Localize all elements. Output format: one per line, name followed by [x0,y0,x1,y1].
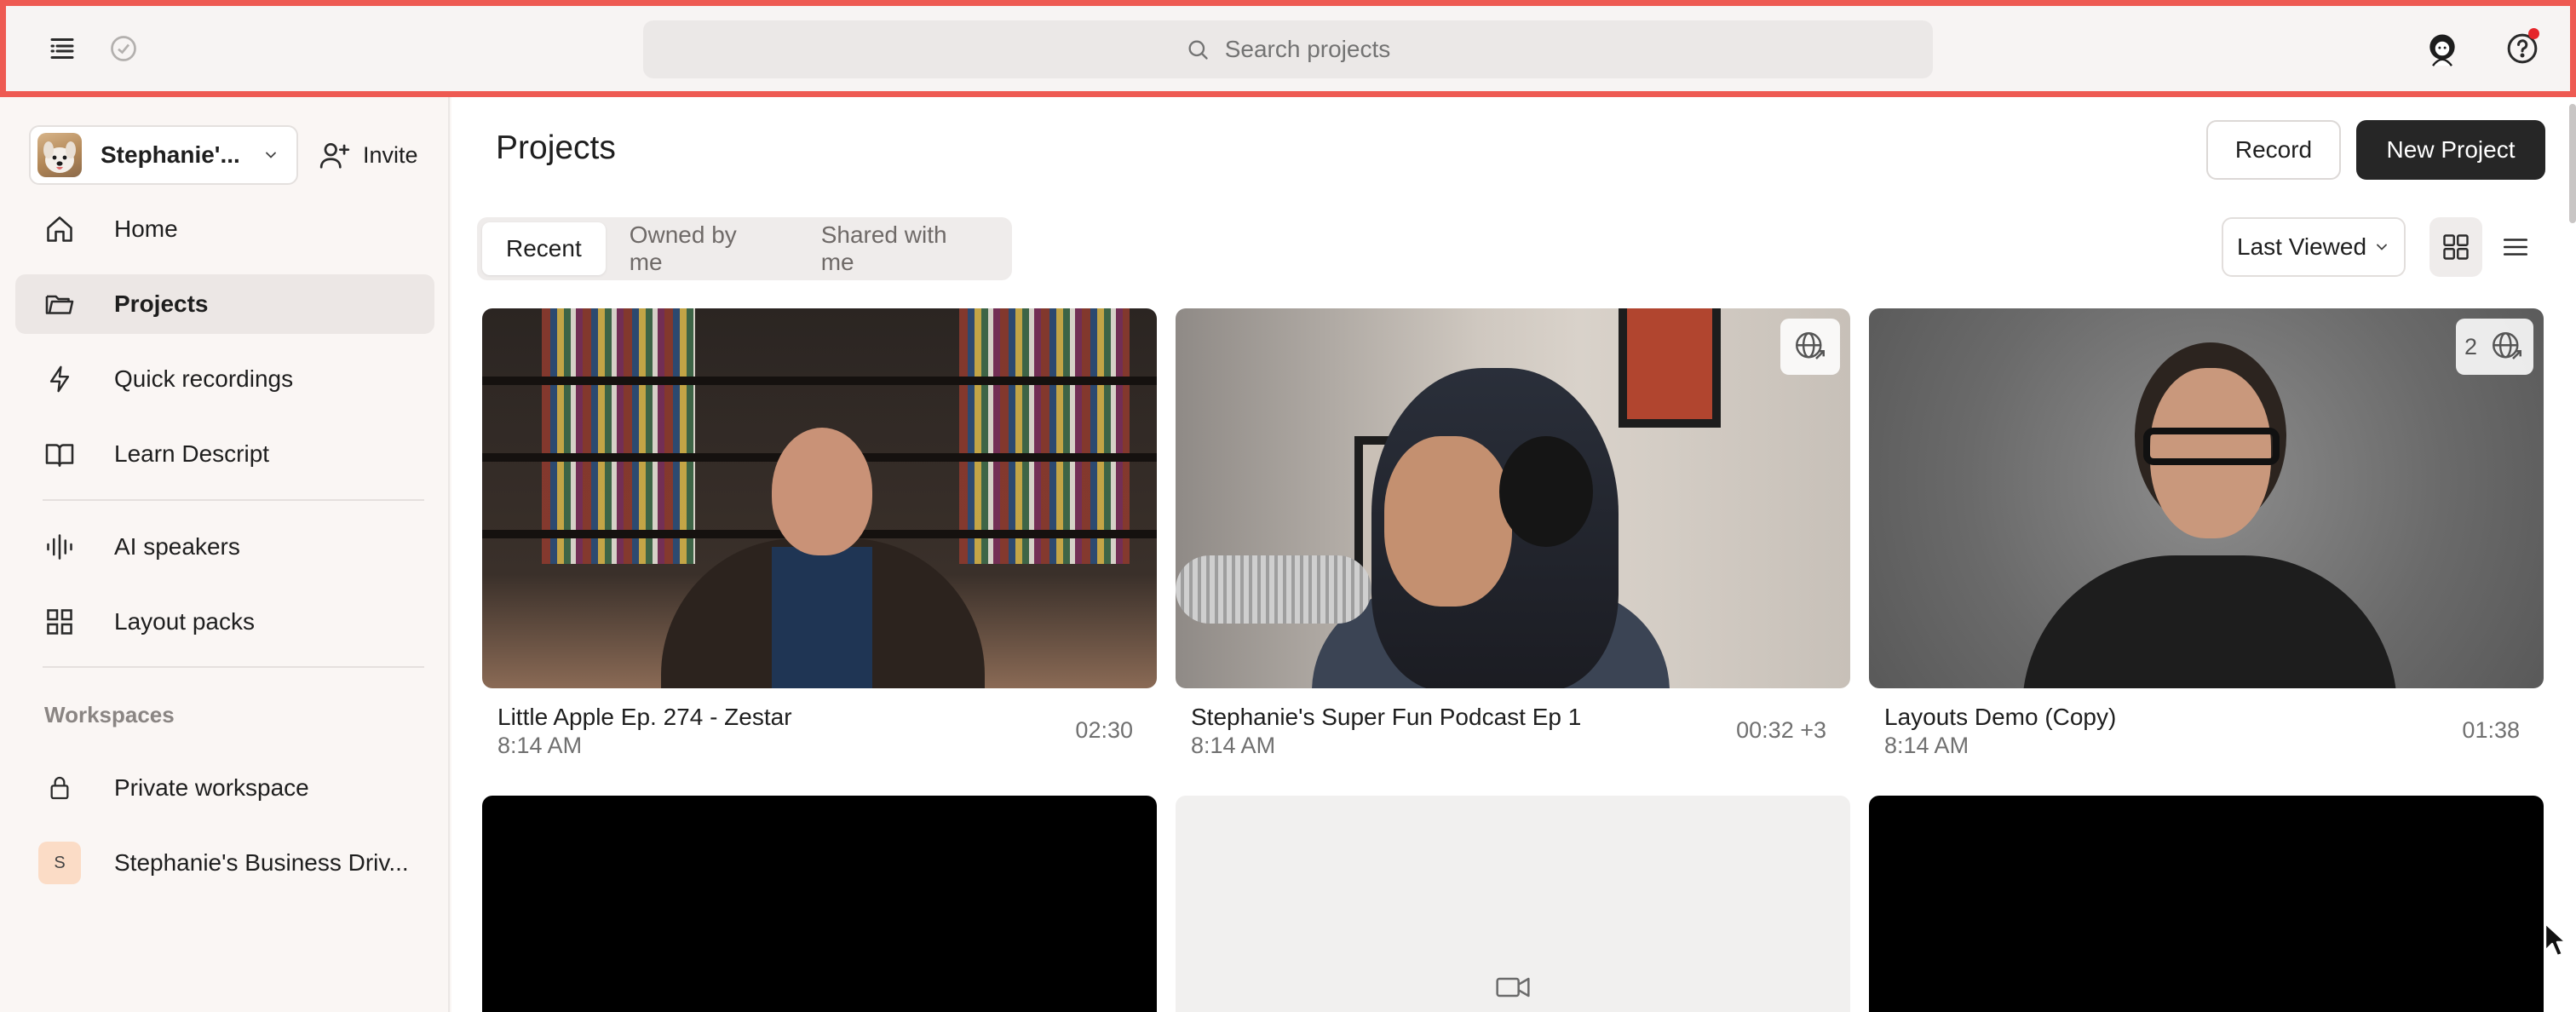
page-title: Projects [496,129,616,166]
book-icon [43,439,77,469]
invite-label: Invite [363,141,418,168]
lock-icon [43,773,77,803]
top-bar: Search projects [0,0,2576,97]
project-title: Stephanie's Super Fun Podcast Ep 1 [1191,704,1582,730]
project-time: 8:14 AM [1884,733,1969,758]
project-card[interactable]: Little Apple Ep. 274 - Zestar 8:14 AM 02… [482,308,1157,785]
help-icon[interactable] [2505,28,2539,66]
search-placeholder: Search projects [1224,36,1391,62]
sidebar-item-label: Quick recordings [114,365,294,392]
chevron-down-icon [2377,244,2387,250]
grid-view-button[interactable] [2429,217,2482,277]
project-duration: 02:30 [1075,717,1133,743]
sidebar: Stephanie'... Invite Home Projects Quick… [0,97,450,1012]
new-project-button[interactable]: New Project [2356,120,2545,180]
project-thumbnail [482,796,1157,1012]
project-time: 8:14 AM [1191,733,1276,758]
sidebar-item-learn-descript[interactable]: Learn Descript [15,424,434,484]
list-view-icon [2503,239,2528,256]
menu-icon[interactable] [47,33,78,64]
sort-label: Last Viewed [2237,233,2367,260]
project-card[interactable] [1869,796,2544,1012]
workspace-badge: S [38,842,81,884]
workspace-name: Stephanie'... [101,141,240,168]
scrollbar[interactable] [2569,104,2576,223]
project-card[interactable]: Stephanie's Super Fun Podcast Ep 1 8:14 … [1176,308,1850,785]
project-thumbnail [482,308,1157,688]
share-badge[interactable]: 2 [2455,319,2533,375]
project-time: 8:14 AM [497,733,583,758]
project-thumbnail [1869,796,2544,1012]
grid-view-icon [2443,234,2469,260]
tab-recent[interactable]: Recent [482,222,606,275]
project-duration: 01:38 [2462,717,2520,743]
tab-owned-by-me[interactable]: Owned by me [606,221,797,275]
project-title: Layouts Demo (Copy) [1884,704,2117,730]
folder-icon [43,289,77,319]
workspaces-heading: Workspaces [44,702,175,727]
project-duration: 00:32 +3 [1736,717,1826,743]
list-view-button[interactable] [2489,217,2542,277]
project-thumbnail [1176,796,1850,1012]
project-thumbnail: 2 [1869,308,2544,688]
invite-button[interactable]: Invite [319,125,418,185]
check-circle-icon[interactable] [108,33,139,64]
video-camera-icon [1496,977,1530,998]
main-panel: Projects Record New Project Recent Owned… [451,97,2576,1012]
sidebar-divider [43,666,424,668]
lightning-icon [43,364,77,394]
sidebar-item-quick-recordings[interactable]: Quick recordings [15,349,434,409]
tab-shared-with-me[interactable]: Shared with me [797,221,1007,275]
project-thumbnail [1176,308,1850,688]
search-input[interactable]: Search projects [643,20,1933,78]
sort-dropdown[interactable]: Last Viewed [2222,217,2406,277]
mouse-cursor-icon [2544,922,2569,959]
chevron-down-icon [262,147,279,164]
add-user-icon [319,142,350,169]
workspace-avatar [37,133,82,177]
workspace-badge-wrap: S [37,842,82,884]
workspace-switcher[interactable]: Stephanie'... [29,125,298,185]
sidebar-item-label: AI speakers [114,533,240,560]
user-avatar-icon[interactable] [2424,30,2461,67]
globe-icon [2493,332,2521,359]
share-badge[interactable] [1780,319,1840,375]
share-count: 2 [2464,333,2477,359]
project-card[interactable]: 2 Layouts Demo (Copy) 8:14 AM 01:38 [1869,308,2544,785]
sidebar-item-projects[interactable]: Projects [15,274,434,334]
sidebar-item-label: Private workspace [114,774,309,801]
sidebar-item-label: Stephanie's Business Driv... [114,849,409,876]
record-button[interactable]: Record [2206,120,2341,180]
sidebar-item-label: Layout packs [114,608,255,635]
globe-icon [1796,332,1825,359]
sidebar-item-business-drive[interactable]: S Stephanie's Business Driv... [15,833,434,893]
notification-dot [2528,28,2539,39]
home-icon [43,214,77,244]
project-title: Little Apple Ep. 274 - Zestar [497,704,792,730]
sidebar-item-home[interactable]: Home [15,199,434,259]
sidebar-item-layout-packs[interactable]: Layout packs [15,592,434,652]
project-card[interactable] [482,796,1157,1012]
sidebar-item-label: Projects [114,290,209,317]
sidebar-item-ai-speakers[interactable]: AI speakers [15,517,434,577]
grid-icon [43,607,77,637]
sidebar-item-private-workspace[interactable]: Private workspace [15,758,434,818]
sidebar-item-label: Learn Descript [114,440,270,467]
project-filter-tabs: Recent Owned by me Shared with me [477,217,1012,280]
search-icon [1186,37,1210,61]
sidebar-divider [43,499,424,501]
sidebar-item-label: Home [114,216,178,242]
waveform-icon [43,532,77,562]
project-card[interactable] [1176,796,1850,1012]
